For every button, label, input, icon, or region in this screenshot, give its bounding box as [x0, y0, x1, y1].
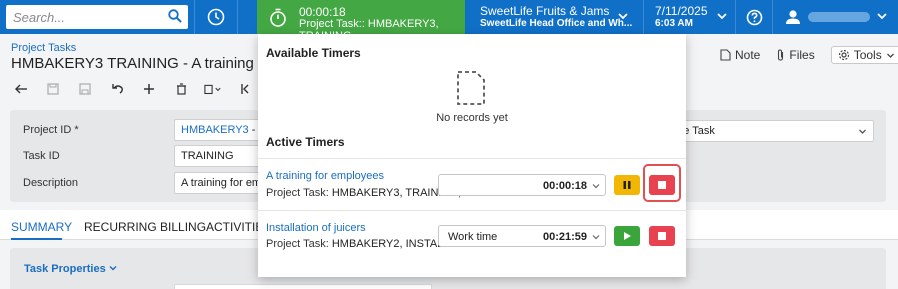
play-icon [624, 232, 631, 240]
timer-type-select[interactable]: 00:00:18 [438, 174, 606, 196]
first-icon [241, 84, 249, 94]
chevron-down-icon [592, 184, 600, 189]
help-icon [746, 9, 762, 25]
paperclip-icon [778, 49, 784, 61]
stop-icon [658, 181, 666, 189]
trash-icon [176, 83, 186, 95]
chevron-down-icon [618, 13, 628, 20]
user-icon [786, 10, 800, 24]
first-record-button[interactable] [236, 80, 254, 98]
chevron-down-icon [592, 235, 600, 240]
chevron-down-icon [877, 13, 887, 20]
timer-elapsed: 00:21:59 [542, 231, 587, 243]
files-label: Files [789, 48, 815, 62]
chevron-down-icon [886, 53, 894, 58]
play-button[interactable] [614, 226, 640, 246]
search-input[interactable]: Search... [6, 5, 188, 29]
chevron-down-icon [109, 266, 117, 271]
chevron-down-icon [859, 129, 866, 134]
note-label: Note [735, 48, 761, 62]
files-button[interactable]: Files [776, 46, 815, 64]
timer-type-select[interactable]: Work time 00:21:59 [438, 225, 606, 247]
business-time: 6:03 AM [655, 18, 693, 29]
active-timer-panel[interactable]: 00:00:18 Project Task:: HMBAKERY3, TRAIN… [257, 0, 465, 42]
copy-paste-button[interactable] [204, 80, 222, 98]
tools-button[interactable]: Tools [830, 46, 898, 64]
back-button[interactable] [12, 80, 30, 98]
task-properties-label: Task Properties [24, 263, 106, 275]
company-selector[interactable]: SweetLife Fruits & Jams SweetLife Head O… [469, 0, 641, 34]
stopwatch-icon [270, 8, 286, 27]
breadcrumb[interactable]: Project Tasks [11, 42, 76, 54]
chevron-down-icon [717, 13, 727, 20]
date-selector[interactable]: 7/11/2025 6:03 AM [645, 0, 733, 34]
header-actions: Note Files Tools [720, 46, 898, 64]
help-button[interactable] [738, 0, 770, 34]
business-date: 7/11/2025 [655, 4, 708, 18]
task-id-field[interactable]: TRAINING [174, 145, 269, 167]
task-prefix: Project Task: [266, 187, 329, 199]
project-id-field[interactable]: HMBAKERY3 - A [174, 119, 269, 141]
pause-button[interactable] [614, 175, 640, 195]
note-icon [720, 49, 731, 61]
no-records-text: No records yet [436, 112, 508, 124]
copy-icon [204, 84, 221, 95]
status-select[interactable]: nue Task [664, 120, 874, 142]
project-id-link[interactable]: HMBAKERY3 [181, 124, 249, 136]
timer-project-task: Project Task: HMBAKERY2, INSTALL [266, 238, 449, 250]
timer-elapsed: 00:00:18 [542, 180, 587, 192]
task-properties-header[interactable]: Task Properties [24, 263, 117, 275]
undo-icon [111, 84, 123, 94]
task-id-label: Task ID [23, 150, 60, 162]
user-name-redacted [808, 12, 870, 22]
tools-label: Tools [853, 48, 882, 62]
save-close-icon [47, 83, 59, 95]
timer-type-value: Work time [448, 231, 498, 243]
clock-icon [207, 8, 225, 26]
task-id-value: TRAINING [181, 150, 234, 162]
user-menu[interactable] [775, 0, 898, 34]
top-bar: Search... 00:00:18 Project Task:: HMBAKE… [0, 0, 898, 42]
stop-button[interactable] [649, 175, 675, 195]
plus-icon [144, 84, 154, 94]
save-button[interactable] [76, 80, 94, 98]
project-id-label: Project ID * [23, 124, 79, 136]
toolbar [12, 80, 254, 98]
active-tab-indicator [11, 238, 62, 240]
tab-recurring-billing[interactable]: RECURRING BILLING [84, 220, 206, 234]
search-placeholder: Search... [13, 10, 66, 25]
stop-icon [658, 232, 666, 240]
add-button[interactable] [140, 80, 158, 98]
timers-button[interactable] [197, 0, 235, 34]
note-button[interactable]: Note [720, 46, 760, 64]
timers-dropdown: Available Timers No records yet Active T… [258, 34, 686, 277]
empty-document-icon [457, 71, 485, 105]
company-name: SweetLife Fruits & Jams [480, 4, 610, 18]
gear-icon [838, 49, 849, 61]
timer-time: 00:00:18 [299, 5, 346, 19]
timer-project-task: Project Task: HMBAKERY3, TRAINING, [266, 187, 461, 199]
timer-name-link[interactable]: Installation of juicers [266, 222, 366, 234]
description-label: Description [23, 177, 79, 189]
delete-button[interactable] [172, 80, 190, 98]
property-field[interactable] [174, 284, 432, 289]
task-value: HMBAKERY2, INSTALL [331, 238, 450, 250]
stop-button[interactable] [649, 226, 675, 246]
description-value: A training for emp [181, 177, 268, 189]
tab-summary[interactable]: SUMMARY [11, 220, 72, 234]
company-branch: SweetLife Head Office and Wh... [480, 18, 633, 29]
description-field[interactable]: A training for emp [174, 172, 269, 194]
available-timers-header: Available Timers [266, 46, 361, 60]
save-icon [79, 83, 91, 95]
undo-button[interactable] [108, 80, 126, 98]
pause-icon [623, 181, 631, 189]
save-close-button[interactable] [44, 80, 62, 98]
back-arrow-icon [15, 84, 27, 94]
search-icon[interactable] [168, 9, 182, 23]
task-prefix: Project Task: [266, 238, 329, 250]
timer-name-link[interactable]: A training for employees [266, 170, 384, 182]
active-timers-header: Active Timers [266, 135, 345, 149]
